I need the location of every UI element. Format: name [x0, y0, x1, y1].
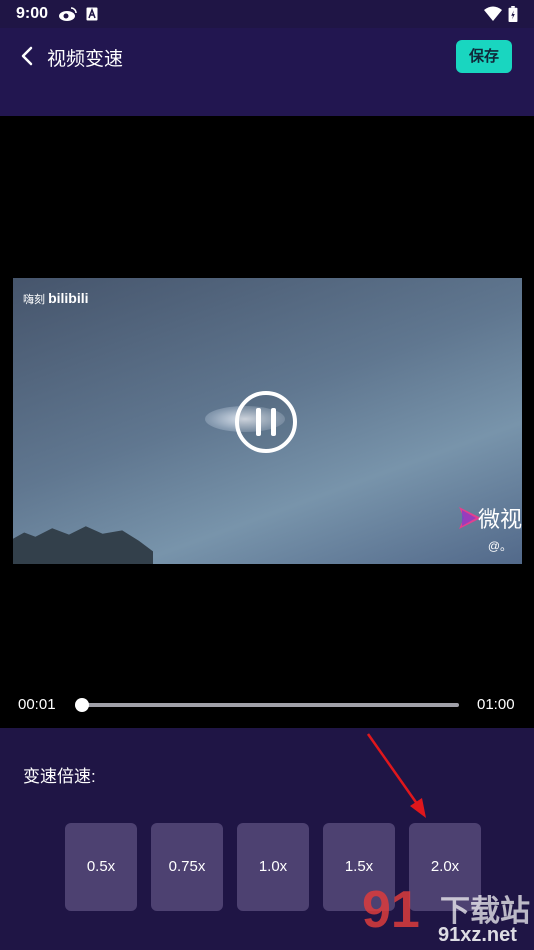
weibo-icon: [59, 7, 77, 21]
status-bar: 9:00: [0, 0, 534, 28]
back-arrow-icon[interactable]: [16, 44, 40, 68]
speed-0-5x-button[interactable]: 0.5x: [65, 823, 137, 911]
pause-icon[interactable]: [234, 390, 298, 454]
weishi-watermark: 微视: [477, 507, 522, 532]
speed-label: 变速倍速:: [23, 767, 96, 786]
site-url: 91xz.net: [438, 924, 517, 946]
handle-watermark: @。: [487, 539, 512, 553]
seek-bar[interactable]: [75, 698, 459, 712]
site-watermark: 91 下载站 91xz.net: [362, 880, 534, 950]
video-frame[interactable]: 嗨刻 bilibili 微视 @。: [13, 278, 522, 564]
header: 视频变速 保存: [0, 28, 534, 116]
video-mountain: [13, 526, 153, 564]
speed-0-75x-button[interactable]: 0.75x: [151, 823, 223, 911]
seek-bar-handle[interactable]: [75, 698, 89, 712]
speed-1-0x-button[interactable]: 1.0x: [237, 823, 309, 911]
site-logo: 91: [362, 881, 420, 939]
video-player: 嗨刻 bilibili 微视 @。 00:01 01:00: [0, 116, 534, 728]
page-title: 视频变速: [47, 49, 124, 70]
annotation-arrow-icon: [366, 733, 426, 818]
battery-icon: [508, 6, 518, 22]
status-time: 9:00: [16, 5, 49, 22]
save-button[interactable]: 保存: [456, 40, 512, 73]
total-time: 01:00: [477, 696, 515, 713]
bilibili-watermark: 嗨刻 bilibili: [23, 290, 89, 306]
app-a-icon: [86, 7, 98, 21]
wifi-icon: [484, 6, 502, 21]
current-time: 00:01: [18, 696, 56, 713]
